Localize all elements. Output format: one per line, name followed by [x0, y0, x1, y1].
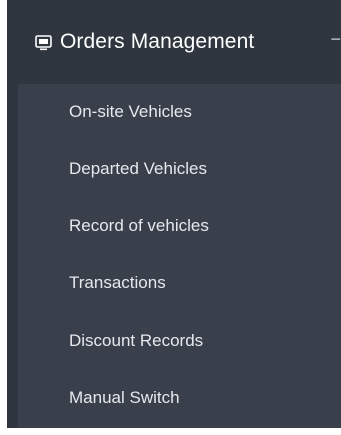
collapse-icon[interactable]: − [330, 30, 341, 48]
menu-group-title: Orders Management [60, 30, 255, 53]
menu-indent-strip [7, 84, 18, 428]
menu-item-departed-vehicles[interactable]: Departed Vehicles [18, 140, 341, 197]
menu-item-transactions[interactable]: Transactions [18, 255, 341, 312]
submenu-list: On-site Vehicles Departed Vehicles Recor… [18, 84, 341, 428]
menu-item-discount-records[interactable]: Discount Records [18, 312, 341, 369]
bottom-divider [7, 428, 341, 435]
menu-item-on-site-vehicles[interactable]: On-site Vehicles [18, 84, 341, 140]
menu-item-record-of-vehicles[interactable]: Record of vehicles [18, 197, 341, 254]
menu-item-manual-switch[interactable]: Manual Switch [18, 369, 341, 426]
monitor-icon [35, 34, 52, 51]
sidebar-menu: Orders Management − On-site Vehicles Dep… [0, 0, 341, 435]
menu-group-orders-management[interactable]: Orders Management − [7, 0, 341, 84]
